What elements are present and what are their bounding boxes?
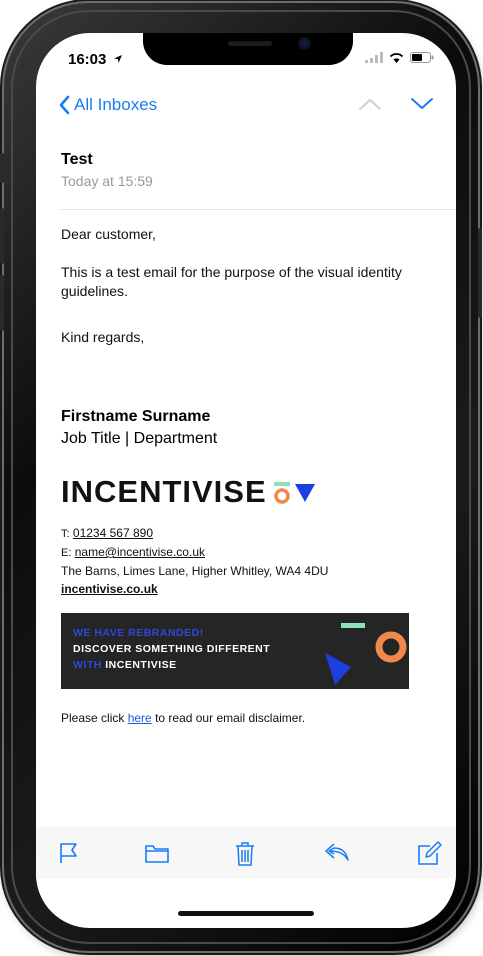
banner-shapes-icon — [325, 623, 407, 685]
mail-nav-bar: All Inboxes — [36, 91, 456, 121]
email-subject: Test — [61, 151, 93, 168]
incentivise-logo: INCENTIVISE — [61, 474, 317, 510]
mail-toolbar — [36, 827, 456, 879]
chevron-left-icon — [59, 95, 70, 115]
wifi-icon — [389, 53, 404, 63]
disclaimer-after: to read our email disclaimer. — [151, 711, 306, 725]
folder-icon[interactable] — [144, 841, 170, 865]
signature-name: Firstname Surname — [61, 408, 211, 425]
email-date: Today at 15:59 — [61, 173, 153, 189]
compose-icon[interactable] — [416, 841, 442, 867]
signal-icon — [365, 52, 383, 63]
banner-line2: DISCOVER SOMETHING DIFFERENT — [73, 643, 271, 655]
email-greeting: Dear customer, — [61, 226, 156, 242]
rebrand-banner[interactable]: WE HAVE REBRANDED! DISCOVER SOMETHING DI… — [61, 613, 409, 689]
flag-icon[interactable] — [58, 841, 80, 865]
notch — [143, 33, 353, 65]
screen: 16:03 All Inboxes Test Today at 15:59 De… — [36, 33, 456, 928]
status-icons — [365, 52, 434, 63]
logo-text: INCENTIVISE — [61, 474, 267, 509]
side-button — [0, 153, 4, 183]
email-line: E: name@incentivise.co.uk — [61, 545, 205, 559]
phone-line: T: 01234 567 890 — [61, 526, 153, 540]
disclaimer: Please click here to read our email disc… — [61, 711, 305, 725]
logo-mark-icon — [273, 482, 315, 504]
battery-icon — [410, 52, 434, 63]
header-divider — [61, 209, 456, 210]
back-label: All Inboxes — [74, 95, 158, 114]
volume-down-button — [0, 275, 4, 331]
phone-link[interactable]: 01234 567 890 — [73, 526, 153, 540]
email-label: E: — [61, 547, 72, 559]
message-arrows — [358, 97, 434, 111]
status-time: 16:03 — [68, 51, 123, 68]
home-indicator[interactable] — [178, 911, 314, 916]
phone-label: T: — [61, 528, 70, 540]
banner-line3-prefix: WITH — [73, 659, 102, 671]
speaker — [228, 41, 272, 46]
email-link[interactable]: name@incentivise.co.uk — [75, 545, 205, 559]
reply-icon[interactable] — [324, 841, 350, 863]
chevron-up-icon[interactable] — [358, 97, 382, 111]
phone-frame: 16:03 All Inboxes Test Today at 15:59 De… — [0, 3, 482, 951]
disclaimer-link[interactable]: here — [128, 711, 152, 725]
location-icon — [113, 55, 122, 63]
power-button — [478, 228, 482, 318]
website-link-text[interactable]: incentivise.co.uk — [61, 582, 158, 596]
trash-icon[interactable] — [234, 841, 256, 867]
address: The Barns, Limes Lane, Higher Whitley, W… — [61, 564, 329, 578]
email-body: This is a test email for the purpose of … — [61, 264, 402, 299]
chevron-down-icon[interactable] — [410, 97, 434, 111]
banner-line1: WE HAVE REBRANDED! — [73, 627, 204, 639]
disclaimer-before: Please click — [61, 711, 128, 725]
camera — [300, 39, 309, 48]
banner-line3-brand: INCENTIVISE — [105, 659, 177, 671]
volume-up-button — [0, 208, 4, 264]
banner-line3: WITH INCENTIVISE — [73, 659, 177, 671]
website-link[interactable]: incentivise.co.uk — [61, 582, 158, 596]
email-closing: Kind regards, — [61, 329, 145, 345]
signature-title: Job Title | Department — [61, 430, 218, 447]
back-button[interactable]: All Inboxes — [58, 95, 157, 115]
